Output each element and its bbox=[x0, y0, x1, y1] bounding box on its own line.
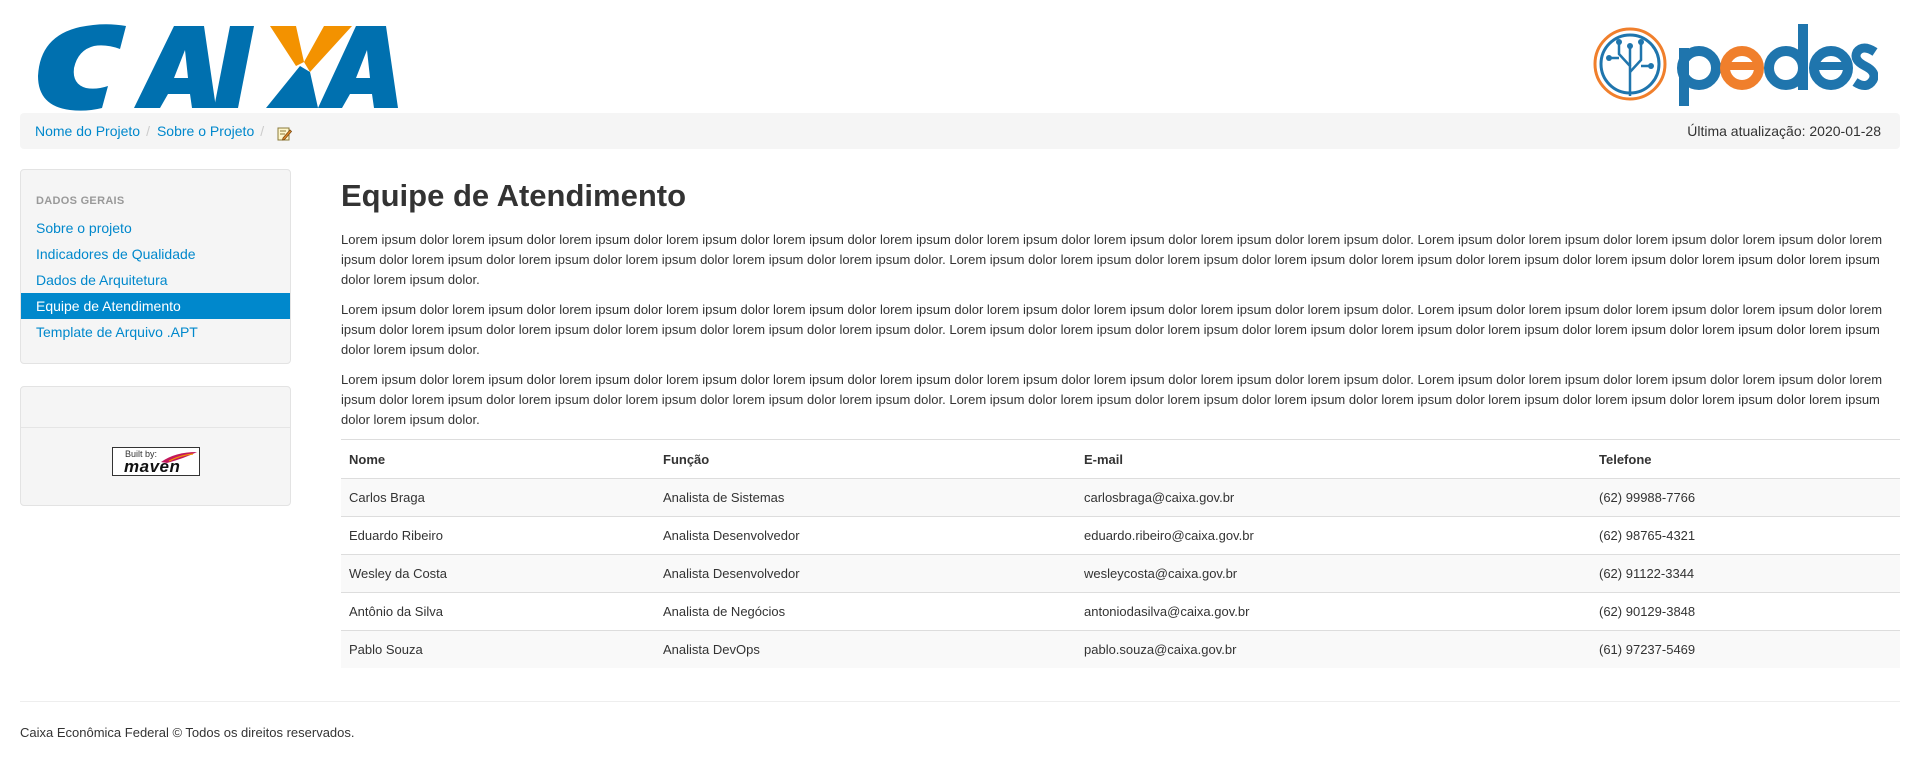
sidebar-item-equipe[interactable]: Equipe de Atendimento bbox=[21, 293, 290, 319]
nav-list: Sobre o projeto Indicadores de Qualidade… bbox=[21, 215, 290, 345]
cell-funcao: Analista de Negócios bbox=[655, 592, 1076, 631]
breadcrumb: Nome do Projeto / Sobre o Projeto / bbox=[35, 123, 293, 141]
cell-funcao: Analista Desenvolvedor bbox=[655, 554, 1076, 593]
breadcrumb-item-project[interactable]: Nome do Projeto bbox=[35, 123, 140, 139]
cell-telefone: (62) 98765-4321 bbox=[1591, 516, 1900, 555]
cell-nome: Carlos Braga bbox=[341, 478, 655, 517]
cell-telefone: (62) 91122-3344 bbox=[1591, 554, 1900, 593]
cell-email: antoniodasilva@caixa.gov.br bbox=[1076, 592, 1591, 631]
breadcrumb-divider: / bbox=[146, 123, 150, 139]
sidebar-nav: DADOS GERAIS Sobre o projeto Indicadores… bbox=[20, 169, 291, 364]
nav-header: DADOS GERAIS bbox=[36, 195, 125, 207]
table-row: Antônio da Silva Analista de Negócios an… bbox=[341, 592, 1900, 631]
pedes-logo[interactable] bbox=[1593, 22, 1878, 106]
paragraph: Lorem ipsum dolor lorem ipsum dolor lore… bbox=[341, 232, 1883, 287]
table-row: Carlos Braga Analista de Sistemas carlos… bbox=[341, 478, 1900, 517]
cell-telefone: (61) 97237-5469 bbox=[1591, 630, 1900, 668]
cell-email: wesleycosta@caixa.gov.br bbox=[1076, 554, 1591, 593]
divider bbox=[21, 427, 290, 428]
cell-telefone: (62) 90129-3848 bbox=[1591, 592, 1900, 631]
sidebar-item-indicadores[interactable]: Indicadores de Qualidade bbox=[21, 241, 290, 267]
cell-funcao: Analista DevOps bbox=[655, 630, 1076, 668]
cell-nome: Eduardo Ribeiro bbox=[341, 516, 655, 555]
built-by-maven-badge[interactable]: Built by: maven bbox=[112, 447, 200, 476]
maven-panel: Built by: maven bbox=[20, 386, 291, 506]
table-row: Eduardo Ribeiro Analista Desenvolvedor e… bbox=[341, 516, 1900, 555]
column-header-email: E-mail bbox=[1076, 439, 1591, 479]
column-header-funcao: Função bbox=[655, 439, 1076, 479]
table-header-row: Nome Função E-mail Telefone bbox=[341, 439, 1900, 479]
table-row: Pablo Souza Analista DevOps pablo.souza@… bbox=[341, 630, 1900, 668]
cell-nome: Antônio da Silva bbox=[341, 592, 655, 631]
column-header-telefone: Telefone bbox=[1591, 439, 1900, 479]
sidebar-item-template[interactable]: Template de Arquivo .APT bbox=[21, 319, 290, 345]
footer-copyright: Caixa Econômica Federal © Todos os direi… bbox=[20, 725, 355, 740]
cell-email: pablo.souza@caixa.gov.br bbox=[1076, 630, 1591, 668]
footer-divider bbox=[20, 701, 1900, 702]
caixa-logo[interactable] bbox=[34, 22, 400, 112]
breadcrumb-bar: Nome do Projeto / Sobre o Projeto / Últi… bbox=[20, 113, 1900, 149]
paragraph: Lorem ipsum dolor lorem ipsum dolor lore… bbox=[341, 372, 1883, 427]
table-row: Wesley da Costa Analista Desenvolvedor w… bbox=[341, 554, 1900, 593]
cell-email: carlosbraga@caixa.gov.br bbox=[1076, 478, 1591, 517]
cell-nome: Pablo Souza bbox=[341, 630, 655, 668]
maven-label: maven bbox=[124, 457, 181, 476]
edit-icon[interactable] bbox=[277, 126, 293, 141]
sidebar-item-arquitetura[interactable]: Dados de Arquitetura bbox=[21, 267, 290, 293]
header bbox=[0, 0, 1919, 112]
last-updated: Última atualização: 2020-01-28 bbox=[1687, 123, 1881, 139]
cell-funcao: Analista Desenvolvedor bbox=[655, 516, 1076, 555]
column-header-nome: Nome bbox=[341, 439, 655, 479]
page-title: Equipe de Atendimento bbox=[341, 178, 687, 213]
paragraph: Lorem ipsum dolor lorem ipsum dolor lore… bbox=[341, 302, 1883, 357]
cell-funcao: Analista de Sistemas bbox=[655, 478, 1076, 517]
cell-email: eduardo.ribeiro@caixa.gov.br bbox=[1076, 516, 1591, 555]
cell-nome: Wesley da Costa bbox=[341, 554, 655, 593]
cell-telefone: (62) 99988-7766 bbox=[1591, 478, 1900, 517]
sidebar-item-sobre-projeto[interactable]: Sobre o projeto bbox=[21, 215, 290, 241]
breadcrumb-divider: / bbox=[260, 123, 265, 139]
breadcrumb-item-about[interactable]: Sobre o Projeto bbox=[157, 123, 254, 139]
team-table: Nome Função E-mail Telefone Carlos Braga… bbox=[341, 439, 1900, 668]
